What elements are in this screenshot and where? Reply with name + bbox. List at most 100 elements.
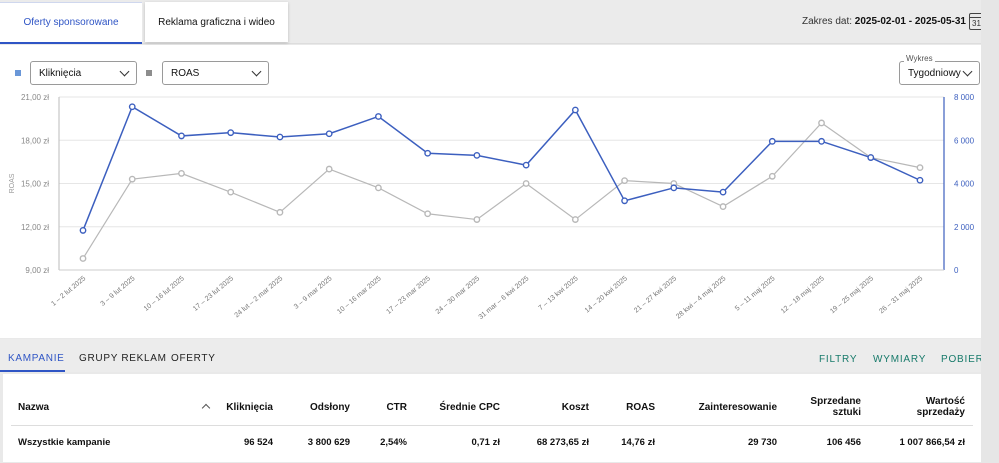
subtab-active-indicator (0, 370, 65, 372)
x-tick-label: 26 – 31 maj 2025 (878, 275, 924, 315)
x-tick-label: 7 – 13 kwi 2025 (538, 275, 580, 312)
data-point (719, 188, 727, 196)
data-point (79, 227, 87, 234)
data-point (473, 151, 481, 159)
x-tick-label: 5 – 11 maj 2025 (734, 275, 777, 312)
data-point (325, 165, 333, 173)
data-point (621, 177, 628, 185)
filters-button[interactable]: FILTRY (819, 354, 857, 365)
table-card: Nazwa Kliknięcia Odsłony CTR Średnie CPC… (3, 374, 981, 462)
x-tick-label: 31 mar – 6 kwi 2025 (478, 275, 531, 321)
y-left-tick-label: 18,00 zł (21, 136, 49, 145)
table-divider (11, 425, 973, 426)
data-point (768, 137, 776, 145)
x-tick-label: 21 – 27 kwi 2025 (633, 275, 678, 314)
data-point (276, 133, 284, 141)
data-point (178, 170, 185, 177)
data-point (128, 103, 136, 111)
data-point (227, 188, 235, 196)
page: Oferty sponsorowane Reklama graficzna i … (0, 0, 999, 463)
data-point (473, 216, 481, 223)
col-header-interest[interactable]: Zainteresowanie (667, 402, 777, 413)
data-point (79, 255, 87, 262)
x-tick-label: 24 – 30 mar 2025 (435, 275, 482, 316)
data-point (227, 129, 235, 137)
col-header-sales-value[interactable]: Wartość sprzedaży (883, 396, 965, 418)
data-point (178, 132, 185, 140)
y-right-tick-label: 4 000 (954, 180, 975, 189)
data-point (768, 172, 776, 180)
top-tab-bar: Oferty sponsorowane Reklama graficzna i … (0, 0, 999, 44)
row-sold-units: 106 456 (826, 437, 861, 448)
series-line-roas (82, 122, 921, 259)
subtab-ad-groups[interactable]: GRUPY REKLAM (79, 353, 167, 364)
date-range[interactable]: Zakres dat: 2025-02-01 - 2025-05-31 (802, 16, 966, 27)
data-point (916, 176, 924, 184)
campaign-table: Nazwa Kliknięcia Odsłony CTR Średnie CPC… (0, 374, 999, 463)
sort-ascending-icon[interactable] (201, 403, 211, 413)
row-ctr: 2,54% (380, 437, 407, 448)
col-header-roas[interactable]: ROAS (603, 402, 655, 413)
data-point (818, 137, 825, 145)
y-right-tick-label: 8 000 (954, 93, 975, 102)
series-line-kliknicia (82, 105, 921, 231)
x-tick-label: 14 – 20 kwi 2025 (584, 275, 629, 314)
row-roas: 14,76 zł (621, 437, 655, 448)
y-right-tick-label: 0 (954, 266, 959, 275)
data-point (571, 216, 579, 223)
tab-display-video[interactable]: Reklama graficzna i wideo (145, 2, 288, 42)
x-tick-label: 10 – 16 mar 2025 (336, 275, 383, 316)
y-left-tick-label: 12,00 zł (21, 223, 49, 232)
x-tick-label: 3 – 9 mar 2025 (293, 275, 334, 311)
y-left-axis-label: ROAS (9, 173, 16, 193)
data-point (375, 184, 382, 192)
row-avg-cpc: 0,71 zł (471, 437, 500, 448)
scroll-gutter (981, 0, 999, 463)
data-point (719, 203, 727, 210)
subtab-campaigns[interactable]: KAMPANIE (8, 353, 65, 364)
y-left-tick-label: 15,00 zł (21, 180, 49, 189)
data-point (424, 149, 432, 157)
col-header-avg-cpc[interactable]: Średnie CPC (433, 402, 500, 413)
col-header-clicks[interactable]: Kliknięcia (213, 402, 273, 413)
col-header-cost[interactable]: Koszt (523, 402, 589, 413)
row-clicks: 96 524 (243, 437, 273, 448)
line-chart: 9,00 zł 12,00 zł 15,00 zł 18,00 zł 21,00 zł 0… (9, 93, 990, 321)
col-header-ctr[interactable]: CTR (363, 402, 407, 413)
data-point (670, 184, 678, 192)
row-interest: 29 730 (747, 437, 777, 448)
data-point (276, 208, 284, 216)
data-point (621, 197, 628, 205)
row-sales-value: 1 007 866,54 zł (899, 437, 966, 448)
col-header-sold-units[interactable]: Sprzedane sztuki (803, 396, 861, 418)
dimensions-button[interactable]: WYMIARY (873, 354, 926, 365)
sub-tab-bar: KAMPANIE GRUPY REKLAM OFERTY FILTRY WYMI… (0, 339, 999, 372)
x-tick-label: 17 – 23 lut 2025 (192, 275, 235, 313)
x-tick-label: 10 – 16 lut 2025 (143, 275, 186, 313)
row-cost: 68 273,65 zł (536, 437, 589, 448)
y-right-tick-label: 2 000 (954, 223, 975, 232)
data-point (867, 154, 875, 161)
date-range-label: Zakres dat: (801, 16, 853, 27)
data-point (818, 119, 825, 127)
data-point (571, 106, 579, 114)
x-tick-label: 17 – 23 mar 2025 (385, 275, 432, 316)
row-impressions: 3 800 629 (307, 437, 350, 448)
y-right-tick-label: 6 000 (954, 136, 975, 145)
data-point (128, 175, 136, 183)
data-point (325, 130, 333, 138)
y-left-tick-label: 21,00 zł (21, 93, 49, 102)
data-point (522, 180, 530, 187)
row-name[interactable]: Wszystkie kampanie (18, 437, 110, 448)
col-header-name[interactable]: Nazwa (18, 402, 49, 413)
data-point (424, 210, 432, 218)
x-tick-label: 1 – 2 lut 2025 (50, 275, 87, 308)
data-point (522, 161, 530, 169)
x-tick-label: 3 – 9 lut 2025 (100, 275, 137, 308)
col-header-impressions[interactable]: Odsłony (293, 402, 350, 413)
x-tick-label: 28 kwi – 4 maj 2025 (675, 275, 727, 320)
data-point (375, 113, 382, 120)
subtab-offers[interactable]: OFERTY (171, 353, 216, 364)
tab-sponsored-offers[interactable]: Oferty sponsorowane (0, 2, 142, 44)
data-point (916, 164, 924, 172)
